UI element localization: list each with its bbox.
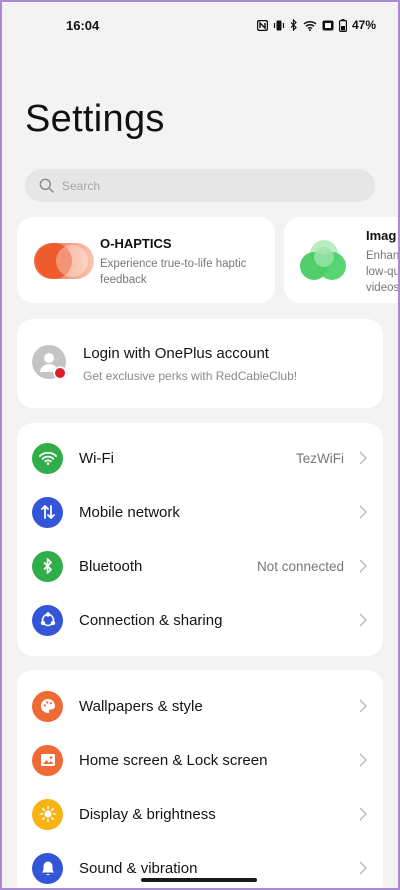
settings-item-label: Mobile network <box>79 503 180 521</box>
nfc-icon <box>256 19 268 31</box>
settings-item-label: Sound & vibration <box>79 859 198 877</box>
bluetooth-status: Not connected <box>256 558 344 574</box>
chevron-right-icon <box>359 559 367 573</box>
status-icons: 47% <box>256 18 376 32</box>
feature-card-subtitle-line1: Experience true-to-life haptic <box>100 258 247 270</box>
settings-item-mobile-network[interactable]: Mobile network <box>17 485 383 539</box>
settings-item-home-lock-screen[interactable]: Home screen & Lock screen <box>17 733 383 787</box>
chevron-right-icon <box>359 613 367 627</box>
battery-percent: 47% <box>351 18 376 32</box>
settings-item-label: Home screen & Lock screen <box>79 751 268 769</box>
settings-item-connection-sharing[interactable]: Connection & sharing <box>17 593 383 647</box>
status-bar: 16:04 47% <box>0 0 400 50</box>
feature-card-title: Imag <box>366 228 397 243</box>
wifi-network-name: TezWiFi <box>296 450 344 466</box>
bell-icon <box>32 852 63 884</box>
settings-item-bluetooth[interactable]: Bluetooth Not connected <box>17 539 383 593</box>
bluetooth-icon <box>32 550 63 582</box>
wifi-status-icon <box>303 20 317 31</box>
account-subtitle: Get exclusive perks with RedCableClub! <box>83 369 298 383</box>
feature-card-subtitle-line2: low-qu <box>366 266 400 278</box>
feature-card-subtitle-line1: Enhan <box>366 250 400 262</box>
settings-item-label: Wallpapers & style <box>79 697 203 715</box>
settings-item-wallpapers-style[interactable]: Wallpapers & style <box>17 679 383 733</box>
chevron-right-icon <box>359 861 367 875</box>
wifi-icon <box>32 442 63 474</box>
avatar-icon <box>32 345 67 380</box>
share-icon <box>32 604 63 636</box>
chevron-right-icon <box>359 699 367 713</box>
account-card[interactable]: Login with OnePlus account Get exclusive… <box>17 319 383 408</box>
settings-item-label: Wi-Fi <box>79 449 114 467</box>
feature-card-subtitle: Experience true-to-life haptic feedback <box>100 256 246 288</box>
chevron-right-icon <box>359 451 367 465</box>
account-title: Login with OnePlus account <box>83 345 269 362</box>
feature-card-o-haptics[interactable]: O-HAPTICS Experience true-to-life haptic… <box>17 217 275 303</box>
feature-card-subtitle-line2: feedback <box>100 274 147 286</box>
feature-card-subtitle: Enhan low-qu videos <box>366 248 400 296</box>
bluetooth-status-icon <box>290 19 297 31</box>
chevron-right-icon <box>359 505 367 519</box>
feature-card-title: O-HAPTICS <box>100 236 172 251</box>
personalization-card: Wallpapers & style Home screen & Lock sc… <box>17 670 383 890</box>
chevron-right-icon <box>359 753 367 767</box>
sun-icon <box>32 798 63 830</box>
page-title: Settings <box>25 98 165 140</box>
battery-icon <box>338 18 347 32</box>
settings-item-label: Bluetooth <box>79 557 143 575</box>
mobile-data-icon <box>32 496 63 528</box>
settings-item-wifi[interactable]: Wi-Fi TezWiFi <box>17 431 383 485</box>
settings-item-sound-vibration[interactable]: Sound & vibration <box>17 841 383 890</box>
connectivity-card: Wi-Fi TezWiFi Mobile network Bluetooth N… <box>17 423 383 656</box>
feature-card-subtitle-line3: videos <box>366 282 400 294</box>
settings-item-label: Connection & sharing <box>79 611 223 629</box>
search-input[interactable] <box>62 178 342 193</box>
palette-icon <box>32 690 63 722</box>
settings-item-display-brightness[interactable]: Display & brightness <box>17 787 383 841</box>
haptics-icon <box>34 243 94 279</box>
cast-icon <box>322 20 334 30</box>
vibrate-icon <box>273 20 285 30</box>
chevron-right-icon <box>359 807 367 821</box>
search-bar[interactable] <box>25 169 375 202</box>
settings-item-label: Display & brightness <box>79 805 216 823</box>
image-icon <box>32 744 63 776</box>
image-enhance-icon <box>300 240 346 280</box>
search-icon <box>39 178 54 193</box>
status-time: 16:04 <box>66 17 100 33</box>
home-indicator[interactable] <box>141 878 257 882</box>
feature-card-image[interactable]: Imag Enhan low-qu videos <box>284 217 400 303</box>
